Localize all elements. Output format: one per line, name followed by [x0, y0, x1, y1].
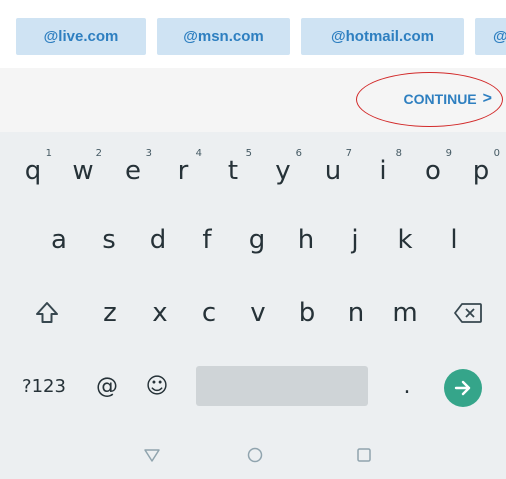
key-label: i [379, 156, 387, 186]
key-label: u [324, 156, 342, 186]
key-hint: 2 [95, 148, 102, 159]
key-w[interactable]: w2 [58, 142, 108, 200]
continue-bar: CONTINUE > [0, 68, 506, 132]
enter-key[interactable] [444, 369, 482, 407]
key-hint: 5 [245, 148, 252, 159]
emoji-key[interactable]: ☺ [135, 357, 179, 415]
back-triangle-icon [144, 449, 160, 462]
key-hint: 9 [445, 148, 452, 159]
key-hint: 0 [493, 148, 500, 159]
key-m[interactable]: m [380, 284, 430, 342]
key-f[interactable]: f [182, 211, 232, 269]
key-b[interactable]: b [282, 284, 332, 342]
backspace-key[interactable] [443, 284, 493, 342]
key-q[interactable]: q1 [8, 142, 58, 200]
key-v[interactable]: v [233, 284, 283, 342]
onscreen-keyboard: q1 w2 e3 r4 t5 y6 u7 i8 o9 p0 a s d f g … [0, 132, 506, 479]
system-nav-bar [0, 431, 506, 479]
suggestion-chip-msn[interactable]: @msn.com [157, 18, 290, 55]
key-label: q [24, 156, 42, 186]
key-hint: 7 [345, 148, 352, 159]
period-key[interactable]: . [385, 357, 429, 415]
continue-button[interactable]: CONTINUE > [404, 88, 492, 110]
key-hint: 3 [145, 148, 152, 159]
key-label: e [125, 156, 141, 186]
key-n[interactable]: n [331, 284, 381, 342]
home-button[interactable] [243, 443, 267, 467]
recents-button[interactable] [352, 443, 376, 467]
key-a[interactable]: a [34, 211, 84, 269]
key-x[interactable]: x [135, 284, 185, 342]
key-e[interactable]: e3 [108, 142, 158, 200]
key-label: t [227, 156, 239, 186]
chevron-right-icon: > [482, 90, 492, 107]
backspace-icon [454, 303, 482, 323]
back-button[interactable] [140, 443, 164, 467]
continue-label: CONTINUE [403, 91, 477, 107]
key-hint: 6 [295, 148, 302, 159]
key-label: w [72, 156, 94, 186]
key-p[interactable]: p0 [456, 142, 506, 200]
key-label: o [425, 156, 441, 186]
suggestion-chip-hotmail[interactable]: @hotmail.com [301, 18, 464, 55]
key-y[interactable]: y6 [258, 142, 308, 200]
key-hint: 8 [395, 148, 402, 159]
key-hint: 4 [195, 148, 202, 159]
key-t[interactable]: t5 [208, 142, 258, 200]
key-label: r [177, 156, 189, 186]
shift-key[interactable] [22, 284, 72, 342]
suggestion-chip-live[interactable]: @live.com [16, 18, 146, 55]
home-circle-icon [247, 447, 263, 463]
key-s[interactable]: s [84, 211, 134, 269]
key-h[interactable]: h [281, 211, 331, 269]
key-l[interactable]: l [429, 211, 479, 269]
key-z[interactable]: z [85, 284, 135, 342]
emoji-icon: ☺ [145, 373, 169, 399]
key-o[interactable]: o9 [408, 142, 458, 200]
recents-square-icon [357, 448, 371, 462]
key-c[interactable]: c [184, 284, 234, 342]
key-g[interactable]: g [232, 211, 282, 269]
key-j[interactable]: j [330, 211, 380, 269]
shift-arrow-icon [36, 302, 58, 323]
arrow-right-icon [454, 380, 471, 396]
key-d[interactable]: d [133, 211, 183, 269]
key-u[interactable]: u7 [308, 142, 358, 200]
at-key[interactable]: @ [85, 357, 129, 415]
key-r[interactable]: r4 [158, 142, 208, 200]
key-hint: 1 [45, 148, 52, 159]
key-i[interactable]: i8 [358, 142, 408, 200]
key-k[interactable]: k [380, 211, 430, 269]
suggestion-chip-more[interactable]: @ [475, 18, 506, 55]
key-label: y [275, 156, 291, 186]
key-label: p [472, 156, 490, 186]
email-suggestion-bar: @live.com @msn.com @hotmail.com @ [0, 0, 506, 68]
symbols-key[interactable]: ?123 [16, 357, 72, 415]
spacebar[interactable] [196, 366, 368, 406]
